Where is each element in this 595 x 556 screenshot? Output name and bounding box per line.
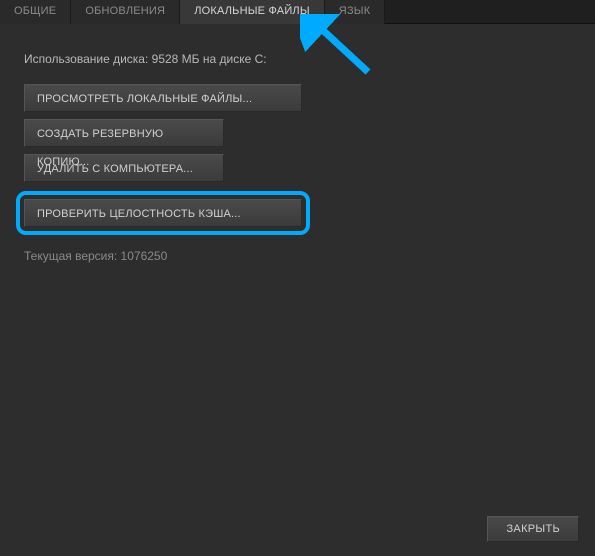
browse-local-files-button[interactable]: ПРОСМОТРЕТЬ ЛОКАЛЬНЫЕ ФАЙЛЫ... bbox=[24, 84, 302, 112]
tab-language[interactable]: ЯЗЫК bbox=[325, 0, 386, 24]
backup-game-files-button[interactable]: СОЗДАТЬ РЕЗЕРВНУЮ КОПИЮ... bbox=[24, 119, 224, 147]
tab-bar-filler bbox=[385, 0, 595, 23]
tab-local-files[interactable]: ЛОКАЛЬНЫЕ ФАЙЛЫ bbox=[180, 0, 325, 24]
local-files-panel: Использование диска: 9528 МБ на диске C:… bbox=[0, 24, 595, 263]
current-version-label: Текущая версия: 1076250 bbox=[24, 249, 571, 263]
tab-bar: ОБЩИЕ ОБНОВЛЕНИЯ ЛОКАЛЬНЫЕ ФАЙЛЫ ЯЗЫК bbox=[0, 0, 595, 24]
tab-general[interactable]: ОБЩИЕ bbox=[0, 0, 71, 24]
disk-usage-label: Использование диска: 9528 МБ на диске C: bbox=[24, 52, 571, 66]
highlight-ring: ПРОВЕРИТЬ ЦЕЛОСТНОСТЬ КЭША... bbox=[16, 191, 310, 235]
verify-cache-integrity-button[interactable]: ПРОВЕРИТЬ ЦЕЛОСТНОСТЬ КЭША... bbox=[24, 199, 302, 227]
tab-updates[interactable]: ОБНОВЛЕНИЯ bbox=[71, 0, 180, 24]
delete-local-content-button[interactable]: УДАЛИТЬ С КОМПЬЮТЕРА... bbox=[24, 154, 224, 182]
close-button[interactable]: ЗАКРЫТЬ bbox=[487, 516, 579, 542]
